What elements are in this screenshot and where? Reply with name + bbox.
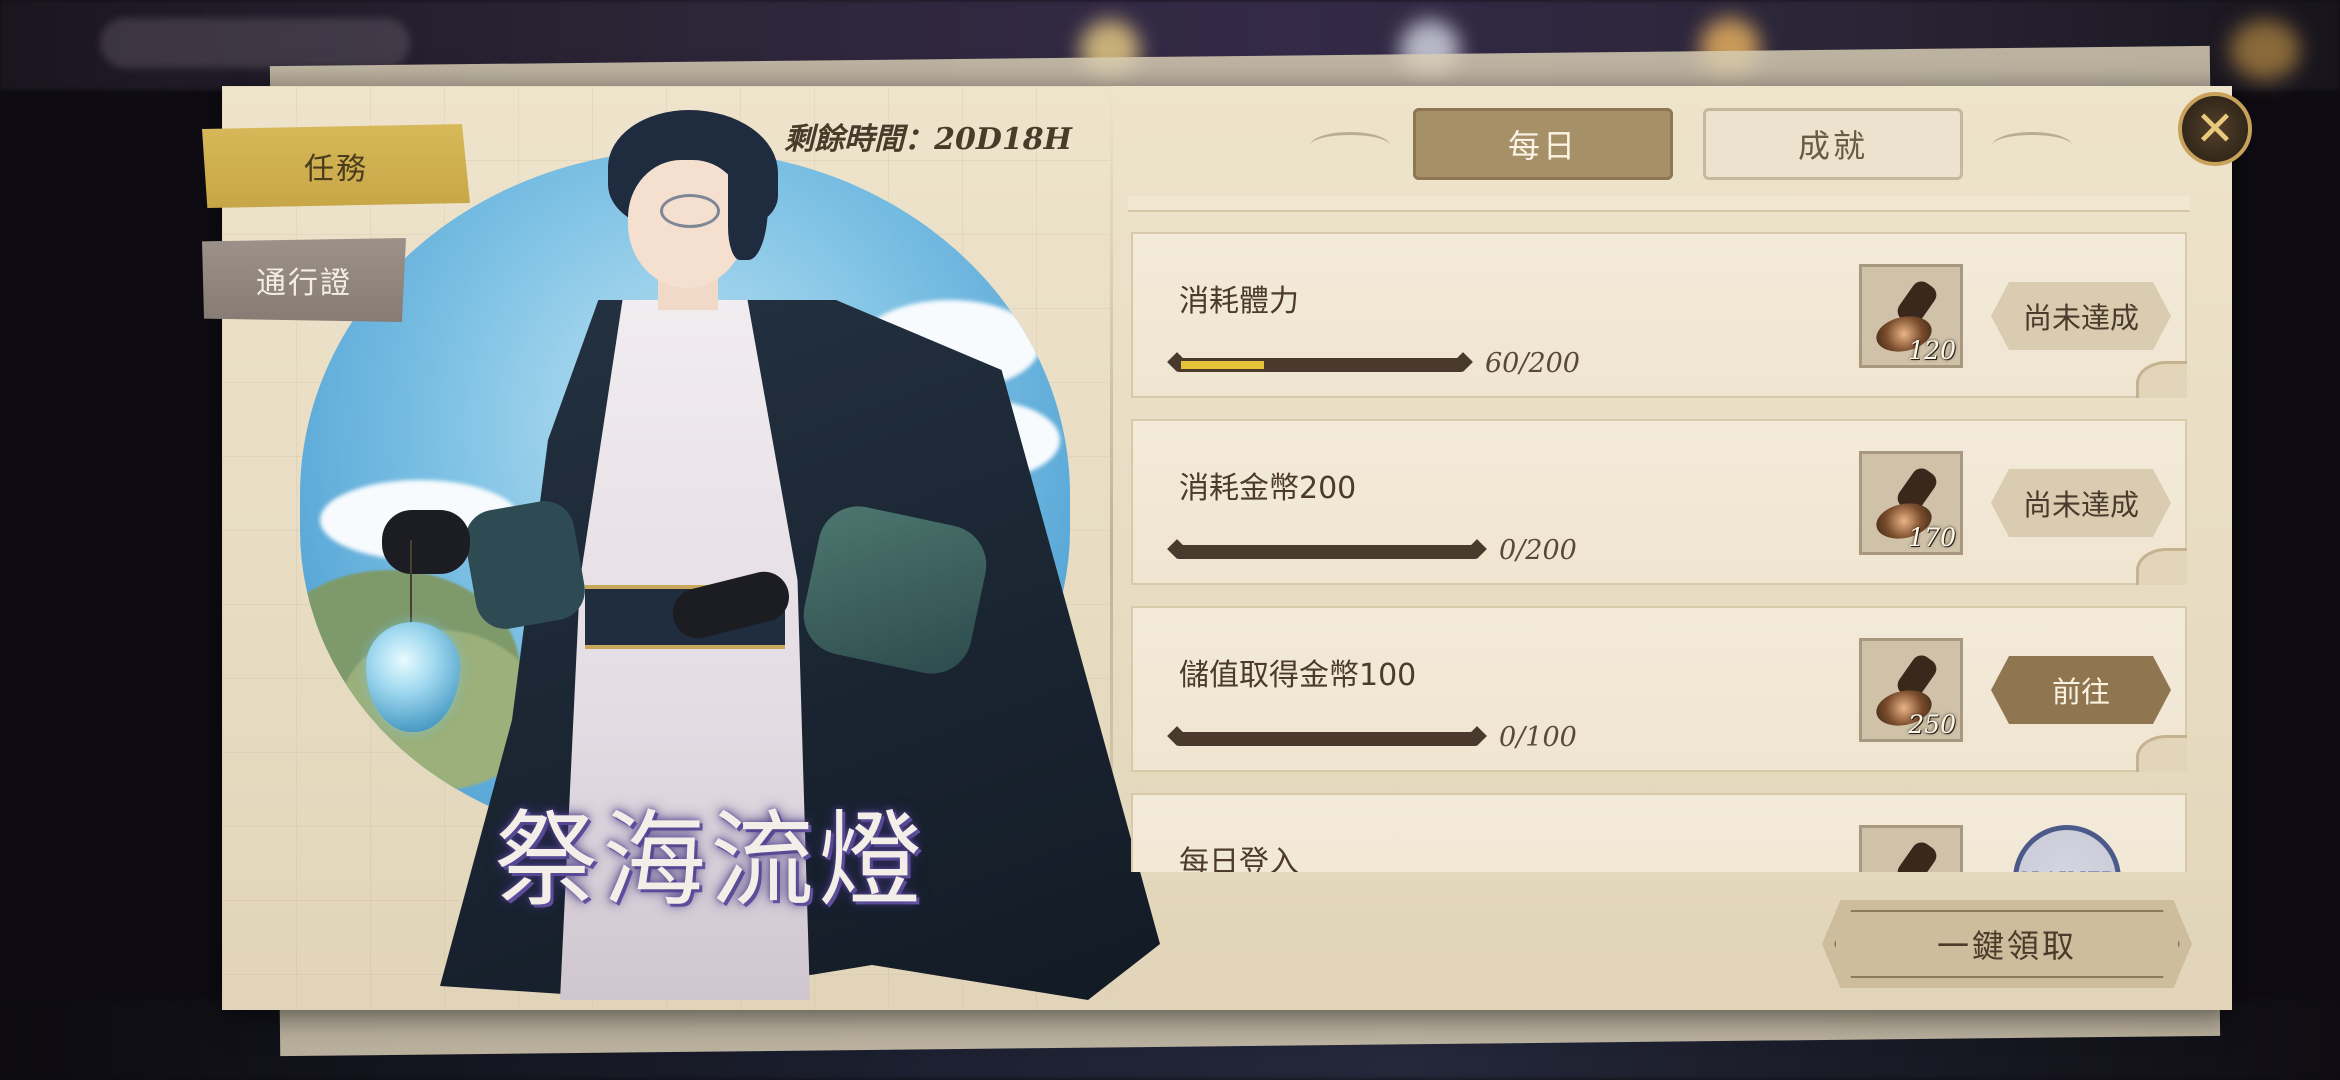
background-decor (2230, 20, 2300, 80)
orb-string (410, 540, 412, 630)
progress-bar (1177, 358, 1463, 372)
list-top-edge (1128, 196, 2190, 212)
ornament-left (1310, 132, 1390, 159)
tab-pass[interactable]: 通行證 (202, 238, 406, 322)
progress-bar (1177, 732, 1477, 746)
reward-slot[interactable] (1859, 825, 1963, 872)
reward-slot[interactable]: 170 (1859, 451, 1963, 555)
status-button[interactable]: 尚未達成 (1991, 282, 2171, 350)
ornament-right (1992, 132, 2072, 159)
progress-text: 60/200 (1485, 348, 1580, 379)
seal-stamp-icon (1893, 838, 1941, 872)
go-button[interactable]: 前往 (1991, 656, 2171, 724)
tab-mission[interactable]: 任務 (202, 124, 470, 208)
status-button[interactable]: 尚未達成 (1991, 469, 2171, 537)
mission-list[interactable]: 消耗體力 60/200 120 尚未達成 消耗金幣200 0/200 170 尚… (1128, 196, 2190, 872)
character-sleeve-left (460, 496, 590, 634)
mission-title: 消耗體力 (1179, 284, 1299, 319)
corner-ornament (2136, 735, 2187, 772)
reward-count: 250 (1908, 710, 1956, 739)
background-back-button (100, 18, 410, 68)
reward-count: 120 (1908, 336, 1956, 365)
event-logo: 祭海流燈 (493, 798, 926, 921)
mission-row: 消耗金幣200 0/200 170 尚未達成 (1131, 419, 2187, 585)
corner-ornament (2136, 548, 2187, 585)
progress-bar (1177, 545, 1477, 559)
progress-fill (1181, 361, 1265, 369)
mission-title: 消耗金幣200 (1179, 471, 1357, 506)
mission-row: 消耗體力 60/200 120 尚未達成 (1131, 232, 2187, 398)
mission-row: 儲值取得金幣100 0/100 250 前往 (1131, 606, 2187, 772)
character-hair-side (728, 150, 768, 260)
close-button[interactable]: ✕ (2178, 92, 2252, 166)
mission-title: 每日登入 (1179, 845, 1299, 872)
reward-slot[interactable]: 250 (1859, 638, 1963, 742)
progress-text: 0/100 (1499, 722, 1577, 753)
reward-slot[interactable]: 120 (1859, 264, 1963, 368)
corner-ornament (2136, 361, 2187, 398)
remaining-time: 剩餘時間：20D18H (784, 122, 1072, 157)
mission-row: 每日登入 CLAIMED (1131, 793, 2187, 872)
progress-text: 0/200 (1499, 535, 1577, 566)
close-icon: ✕ (2194, 101, 2236, 157)
claim-all-border (1834, 910, 2180, 978)
reward-count: 170 (1908, 523, 1956, 552)
claimed-stamp-icon: CLAIMED (2013, 825, 2121, 872)
tab-daily[interactable]: 每日 (1413, 108, 1673, 180)
character-glasses (660, 194, 720, 228)
tab-achievement[interactable]: 成就 (1703, 108, 1963, 180)
mission-title: 儲值取得金幣100 (1179, 658, 1417, 693)
character-glove-left (382, 510, 470, 574)
